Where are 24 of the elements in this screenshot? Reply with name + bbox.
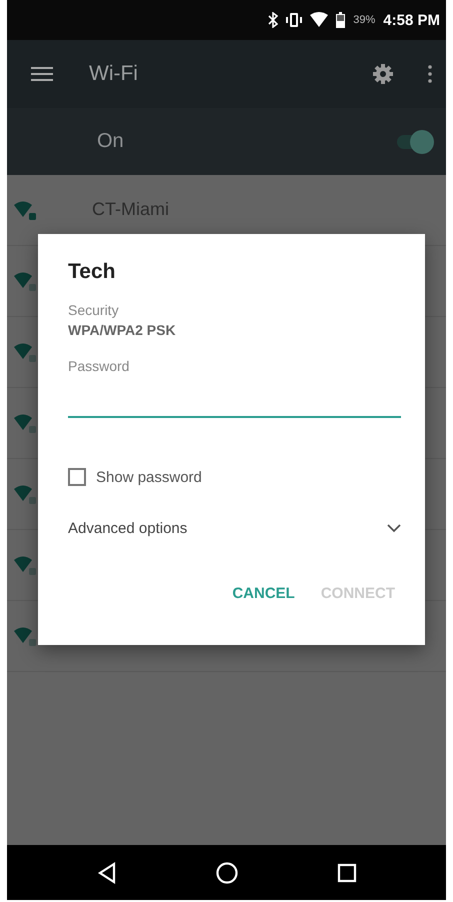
- chevron-icon[interactable]: [387, 524, 401, 533]
- more-options-icon[interactable]: [428, 65, 432, 83]
- recents-icon[interactable]: [337, 862, 358, 882]
- security-label: Security: [68, 302, 120, 318]
- vibrate-icon: [286, 12, 302, 28]
- network-name: CT-Miami: [92, 199, 169, 220]
- checkbox[interactable]: [68, 468, 86, 486]
- battery-percent: 39%: [353, 14, 376, 26]
- settings-icon[interactable]: [372, 63, 394, 85]
- toolbar-title: Wi-Fi: [89, 62, 139, 86]
- menu-icon[interactable]: [31, 66, 53, 82]
- clock: 4:58 PM: [383, 12, 440, 28]
- dialog-title: Tech: [68, 260, 116, 284]
- bluetooth-icon: [268, 12, 278, 28]
- back-icon[interactable]: [96, 862, 118, 884]
- password-label: Password: [68, 358, 130, 374]
- advanced-options-label: Advanced options: [68, 520, 188, 537]
- wifi-icon: [310, 12, 328, 28]
- home-icon[interactable]: [215, 860, 240, 884]
- dialog-button[interactable]: CANCEL: [232, 581, 295, 606]
- checkbox-label: Show password: [96, 468, 202, 486]
- battery-icon: [336, 12, 346, 28]
- switch-label: On: [97, 130, 125, 153]
- security-value: WPA/WPA2 PSK: [68, 322, 177, 338]
